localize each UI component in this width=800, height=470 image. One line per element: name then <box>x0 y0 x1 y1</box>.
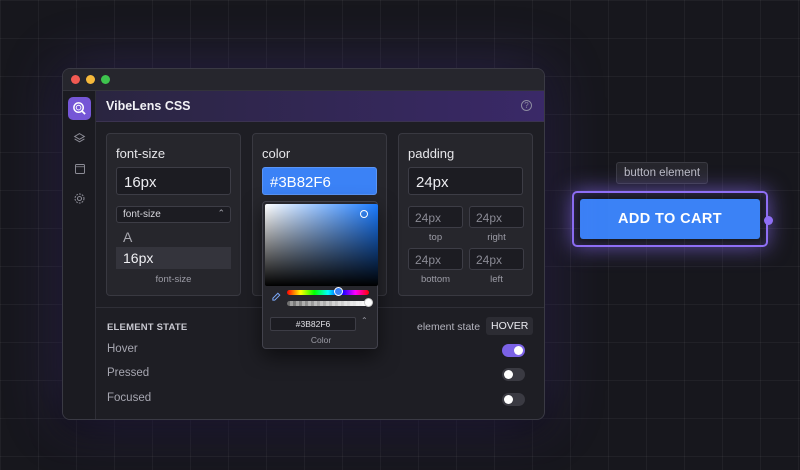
chevron-updown-icon[interactable]: ⌃ <box>361 316 368 325</box>
card-title: padding <box>408 146 455 161</box>
toggle-knob <box>504 395 513 404</box>
picker-caption: Color <box>310 335 332 345</box>
padding-bottom-input[interactable]: 24px <box>408 248 463 270</box>
padding-bottom-label: bottom <box>420 274 451 285</box>
padding-right-label: right <box>487 232 506 243</box>
selected-element-outline: ADD TO CART <box>572 191 773 247</box>
app-header: VibeLens CSS ? <box>96 91 544 122</box>
pressed-label: Pressed <box>107 367 150 379</box>
alpha-slider[interactable] <box>287 301 369 306</box>
saturation-handle[interactable] <box>360 210 368 218</box>
font-size-input[interactable]: 16px <box>116 167 231 195</box>
hex-input[interactable]: #3B82F6 <box>270 317 356 331</box>
sidebar <box>63 91 96 419</box>
padding-left-input[interactable]: 24px <box>469 248 524 270</box>
hover-label: Hover <box>107 343 138 355</box>
hover-toggle[interactable] <box>502 344 525 357</box>
alpha-handle[interactable] <box>364 298 373 307</box>
close-window-button[interactable] <box>71 75 80 84</box>
element-state-label: element state <box>417 321 481 333</box>
element-state-title: ELEMENT STATE <box>107 322 188 333</box>
color-input[interactable]: #3B82F6 <box>262 167 377 195</box>
focused-label: Focused <box>107 392 152 404</box>
hue-slider[interactable] <box>287 290 369 295</box>
select-value: font-size <box>123 209 161 220</box>
toggle-knob <box>504 370 513 379</box>
padding-top-input[interactable]: 24px <box>408 206 463 228</box>
hue-handle[interactable] <box>334 287 343 296</box>
focused-toggle[interactable] <box>502 393 525 406</box>
add-to-cart-button[interactable]: ADD TO CART <box>580 199 760 239</box>
app-title: VibeLens CSS <box>106 99 191 113</box>
toggle-knob <box>514 346 523 355</box>
eyedropper-icon[interactable] <box>271 289 281 307</box>
pressed-toggle[interactable] <box>502 368 525 381</box>
padding-right-input[interactable]: 24px <box>469 206 524 228</box>
title-bar <box>63 69 544 91</box>
dropdown-option[interactable]: A <box>116 226 231 248</box>
state-badge[interactable]: HOVER <box>486 317 534 335</box>
font-size-card: font-size 16px font-size ⌃ A 16px font-s… <box>106 133 241 296</box>
resize-handle[interactable] <box>764 216 773 225</box>
chevron-updown-icon: ⌃ <box>217 208 225 218</box>
card-title: font-size <box>116 146 166 161</box>
padding-top-label: top <box>428 232 443 243</box>
square-icon[interactable] <box>68 157 91 180</box>
maximize-window-button[interactable] <box>101 75 110 84</box>
gear-icon[interactable] <box>68 187 91 210</box>
minimize-window-button[interactable] <box>86 75 95 84</box>
padding-left-label: left <box>490 274 503 285</box>
padding-card: padding 24px 24px top 24px right 24px bo… <box>398 133 533 296</box>
layers-icon[interactable] <box>68 127 91 150</box>
card-title: color <box>262 146 291 161</box>
dropdown-option-selected[interactable]: 16px <box>116 247 231 269</box>
card-caption: font-size <box>155 274 192 285</box>
app-window: VibeLens CSS ? font-size 16px font-size … <box>62 68 545 420</box>
color-picker-popover: #3B82F6 ⌃ Color <box>262 201 378 349</box>
help-icon[interactable]: ? <box>521 100 532 111</box>
font-size-select[interactable]: font-size ⌃ <box>116 206 231 223</box>
search-icon[interactable] <box>68 97 91 120</box>
padding-input[interactable]: 24px <box>408 167 523 195</box>
element-tooltip: button element <box>616 162 709 184</box>
